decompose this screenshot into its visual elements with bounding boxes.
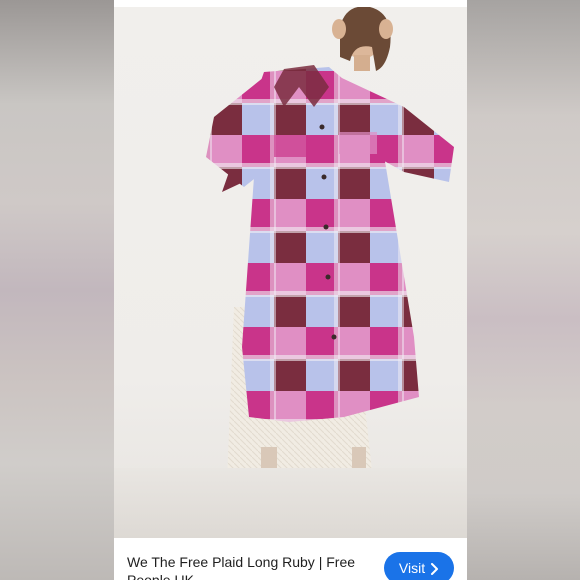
chest-pocket-right xyxy=(339,132,377,154)
floor xyxy=(114,468,467,538)
visit-label: Visit xyxy=(398,560,426,576)
chevron-right-icon xyxy=(429,562,439,575)
model-hand-right xyxy=(379,19,393,39)
chest-pocket-left xyxy=(274,135,310,157)
visit-button[interactable]: Visit xyxy=(384,552,454,580)
blurred-background-right xyxy=(467,0,580,580)
model-hand-left xyxy=(332,19,346,39)
caption-bar: We The Free Plaid Long Ruby | Free Peopl… xyxy=(114,538,467,580)
blurred-background-left xyxy=(0,0,114,580)
coat-left-sleeve xyxy=(206,77,269,187)
product-title-link[interactable]: We The Free Plaid Long Ruby | Free Peopl… xyxy=(127,553,387,580)
product-image[interactable] xyxy=(114,7,467,538)
model-illustration xyxy=(206,7,454,537)
model-neck xyxy=(354,55,370,71)
result-card[interactable]: We The Free Plaid Long Ruby | Free Peopl… xyxy=(114,0,467,580)
